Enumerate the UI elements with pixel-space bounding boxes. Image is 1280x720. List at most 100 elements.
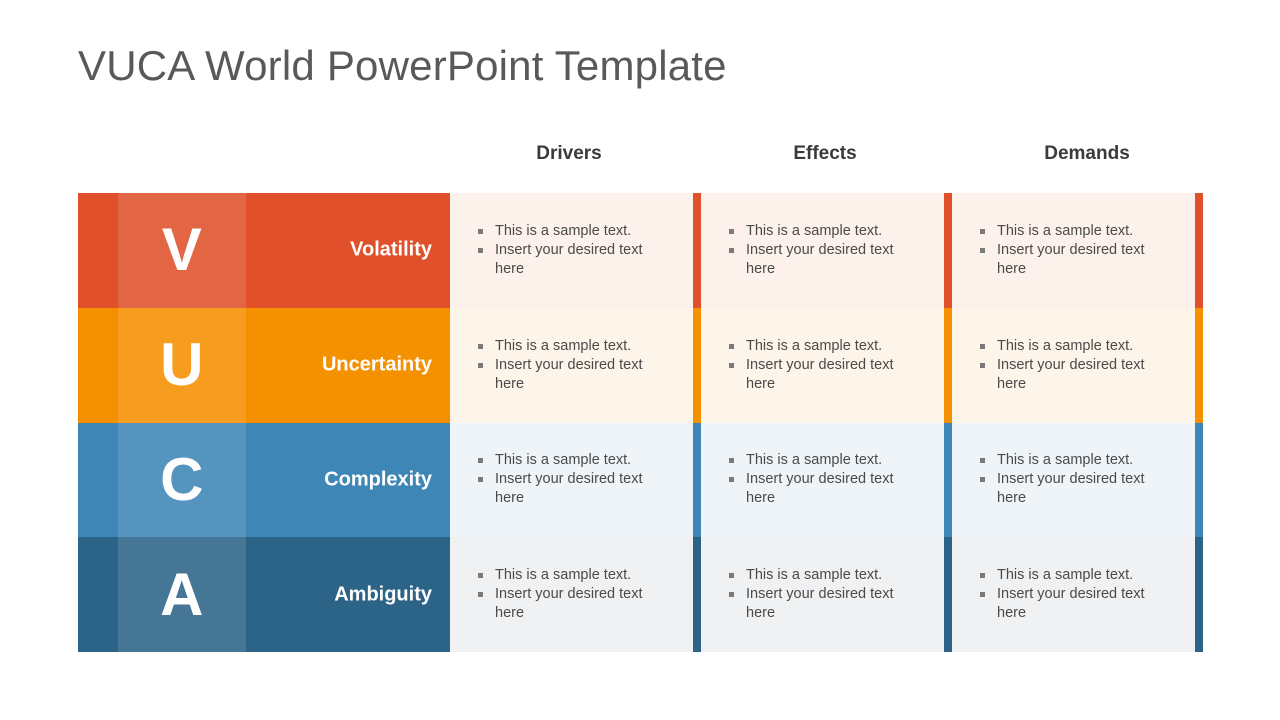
- square-bullet-icon: [478, 458, 483, 464]
- bullet-text: Insert your desired text here: [746, 241, 894, 277]
- content-panel-effects: This is a sample text. Insert your desire…: [701, 307, 952, 423]
- bullet-item: This is a sample text.: [478, 222, 650, 241]
- square-bullet-icon: [980, 362, 985, 368]
- bullet-item: This is a sample text.: [980, 337, 1152, 356]
- square-bullet-icon: [980, 458, 985, 464]
- vuca-table: V Volatility This is a sample text. Insert …: [78, 193, 1203, 652]
- panel-accent-bar: [944, 422, 952, 538]
- panel-accent-bar: [693, 193, 701, 308]
- bullet-text: Insert your desired text here: [997, 356, 1145, 392]
- bullet-list: This is a sample text. Insert your desire…: [478, 222, 650, 279]
- bullet-item: This is a sample text.: [729, 222, 901, 241]
- row-label: Volatility: [350, 238, 432, 261]
- bullet-list: This is a sample text. Insert your desire…: [478, 566, 650, 623]
- bullet-item: This is a sample text.: [729, 337, 901, 356]
- bullet-text: This is a sample text.: [495, 452, 632, 469]
- square-bullet-icon: [478, 592, 483, 598]
- bullet-text: This is a sample text.: [746, 567, 883, 584]
- square-bullet-icon: [478, 573, 483, 579]
- letter-glyph: C: [160, 445, 204, 513]
- bullet-text: Insert your desired text here: [746, 471, 894, 507]
- bullet-item: Insert your desired text here: [478, 470, 650, 508]
- row-band: A Ambiguity: [78, 537, 450, 652]
- panel-accent-bar: [1195, 193, 1203, 308]
- square-bullet-icon: [980, 477, 985, 483]
- bullet-text: This is a sample text.: [746, 222, 883, 239]
- row-band: C Complexity: [78, 422, 450, 538]
- square-bullet-icon: [980, 343, 985, 349]
- bullet-list: This is a sample text. Insert your desire…: [729, 222, 901, 279]
- square-bullet-icon: [980, 592, 985, 598]
- content-panel-drivers: This is a sample text. Insert your desire…: [450, 307, 701, 423]
- panel-accent-bar: [693, 307, 701, 423]
- content-panel-demands: This is a sample text. Insert your desire…: [952, 422, 1203, 538]
- bullet-text: Insert your desired text here: [495, 241, 643, 277]
- bullet-text: This is a sample text.: [997, 452, 1134, 469]
- bullet-text: Insert your desired text here: [495, 586, 643, 622]
- letter-badge: U: [118, 307, 246, 423]
- square-bullet-icon: [729, 573, 734, 579]
- square-bullet-icon: [478, 362, 483, 368]
- square-bullet-icon: [478, 343, 483, 349]
- bullet-text: This is a sample text.: [997, 567, 1134, 584]
- bullet-text: This is a sample text.: [997, 337, 1134, 354]
- column-header-row: Drivers Effects Demands: [450, 143, 1203, 177]
- bullet-item: Insert your desired text here: [980, 241, 1152, 279]
- bullet-item: Insert your desired text here: [980, 356, 1152, 394]
- content-panel-drivers: This is a sample text. Insert your desire…: [450, 422, 701, 538]
- bullet-item: This is a sample text.: [980, 222, 1152, 241]
- bullet-item: Insert your desired text here: [478, 585, 650, 623]
- square-bullet-icon: [729, 592, 734, 598]
- row-band: U Uncertainty: [78, 307, 450, 423]
- bullet-text: Insert your desired text here: [746, 356, 894, 392]
- bullet-text: Insert your desired text here: [997, 241, 1145, 277]
- bullet-list: This is a sample text. Insert your desire…: [980, 222, 1152, 279]
- content-panel-effects: This is a sample text. Insert your desire…: [701, 193, 952, 308]
- bullet-text: This is a sample text.: [746, 452, 883, 469]
- square-bullet-icon: [729, 477, 734, 483]
- square-bullet-icon: [729, 228, 734, 234]
- bullet-list: This is a sample text. Insert your desire…: [729, 337, 901, 394]
- panel-accent-bar: [944, 537, 952, 652]
- content-panel-drivers: This is a sample text. Insert your desire…: [450, 193, 701, 308]
- bullet-item: Insert your desired text here: [729, 356, 901, 394]
- letter-badge: A: [118, 537, 246, 652]
- row-label: Complexity: [324, 468, 432, 491]
- bullet-text: This is a sample text.: [495, 567, 632, 584]
- bullet-item: This is a sample text.: [729, 451, 901, 470]
- bullet-item: Insert your desired text here: [980, 585, 1152, 623]
- bullet-item: Insert your desired text here: [478, 241, 650, 279]
- bullet-item: This is a sample text.: [478, 451, 650, 470]
- bullet-text: Insert your desired text here: [746, 586, 894, 622]
- bullet-item: Insert your desired text here: [729, 470, 901, 508]
- bullet-item: This is a sample text.: [980, 566, 1152, 585]
- square-bullet-icon: [729, 362, 734, 368]
- bullet-item: This is a sample text.: [729, 566, 901, 585]
- panel-accent-bar: [944, 193, 952, 308]
- panel-accent-bar: [1195, 537, 1203, 652]
- bullet-text: Insert your desired text here: [997, 586, 1145, 622]
- panel-accent-bar: [1195, 422, 1203, 538]
- bullet-text: Insert your desired text here: [495, 356, 643, 392]
- bullet-item: This is a sample text.: [478, 337, 650, 356]
- bullet-list: This is a sample text. Insert your desire…: [478, 451, 650, 508]
- column-header-drivers: Drivers: [536, 143, 602, 164]
- row-label: Ambiguity: [334, 583, 432, 606]
- vuca-row-c: C Complexity This is a sample text. Insert …: [78, 422, 1203, 538]
- bullet-text: Insert your desired text here: [997, 471, 1145, 507]
- bullet-item: Insert your desired text here: [729, 585, 901, 623]
- bullet-list: This is a sample text. Insert your desire…: [980, 451, 1152, 508]
- content-panel-demands: This is a sample text. Insert your desire…: [952, 307, 1203, 423]
- square-bullet-icon: [729, 343, 734, 349]
- bullet-item: Insert your desired text here: [729, 241, 901, 279]
- bullet-item: Insert your desired text here: [478, 356, 650, 394]
- letter-glyph: V: [161, 216, 203, 284]
- bullet-item: This is a sample text.: [478, 566, 650, 585]
- column-header-effects: Effects: [793, 143, 857, 164]
- panel-accent-bar: [693, 422, 701, 538]
- bullet-text: This is a sample text.: [997, 222, 1134, 239]
- content-panel-drivers: This is a sample text. Insert your desire…: [450, 537, 701, 652]
- bullet-item: This is a sample text.: [980, 451, 1152, 470]
- content-panel-effects: This is a sample text. Insert your desire…: [701, 537, 952, 652]
- letter-badge: V: [118, 193, 246, 308]
